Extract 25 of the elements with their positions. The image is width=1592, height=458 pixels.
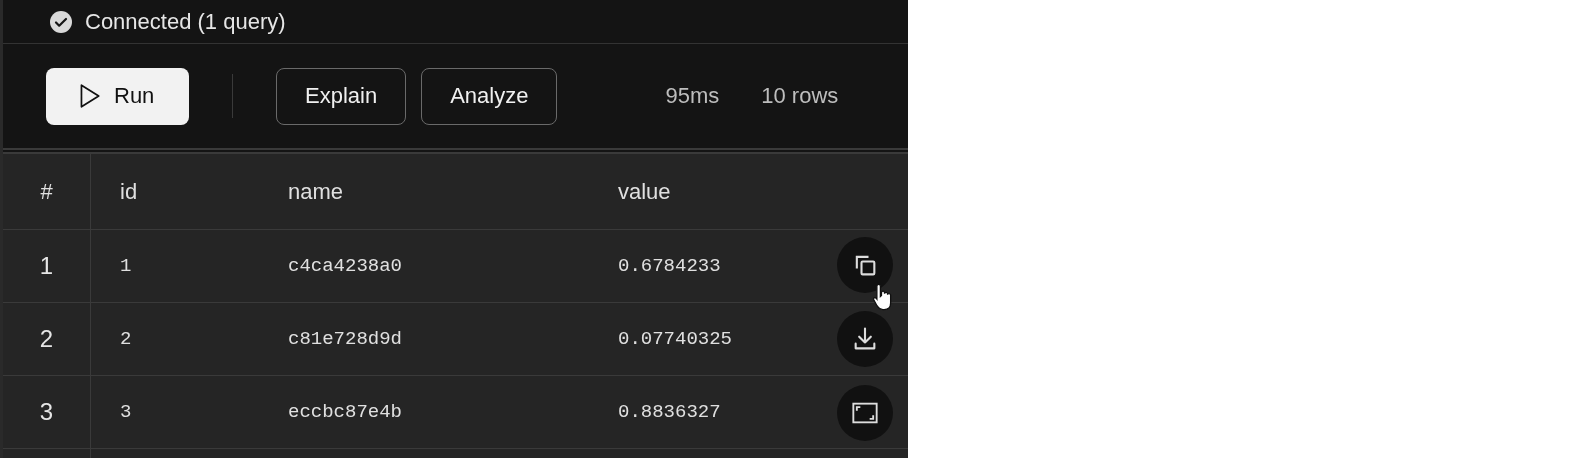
toolbar-button[interactable]: Explain — [276, 67, 407, 125]
table-cell: 0.8836327 — [618, 401, 721, 423]
toolbar-button[interactable]: Analyze — [421, 67, 558, 125]
column-header: # — [40, 178, 53, 205]
stat-text: 10 rows — [761, 83, 839, 109]
column-header: name — [288, 178, 344, 205]
run-button[interactable]: Run — [46, 67, 189, 125]
row-number: 1 — [39, 252, 54, 280]
table-cell: c81e728d9d — [288, 328, 403, 350]
expand-button[interactable] — [837, 385, 893, 441]
table-cell: 0.07740325 — [618, 328, 733, 350]
row-number: 2 — [39, 325, 54, 353]
status-text: Connected (1 query) — [85, 8, 286, 35]
download-button[interactable] — [837, 311, 893, 367]
column-header: value — [618, 178, 671, 205]
copy-button[interactable] — [837, 237, 893, 293]
table-cell: 3 — [120, 401, 132, 423]
column-header: id — [120, 178, 138, 205]
table-cell: 1 — [120, 255, 132, 277]
stat-text: 95ms — [665, 83, 720, 109]
table-cell: c4ca4238a0 — [288, 255, 403, 277]
row-number: 3 — [39, 398, 54, 426]
table-cell: eccbc87e4b — [288, 401, 403, 423]
table-cell: 2 — [120, 328, 132, 350]
table-cell: 0.6784233 — [618, 255, 721, 277]
